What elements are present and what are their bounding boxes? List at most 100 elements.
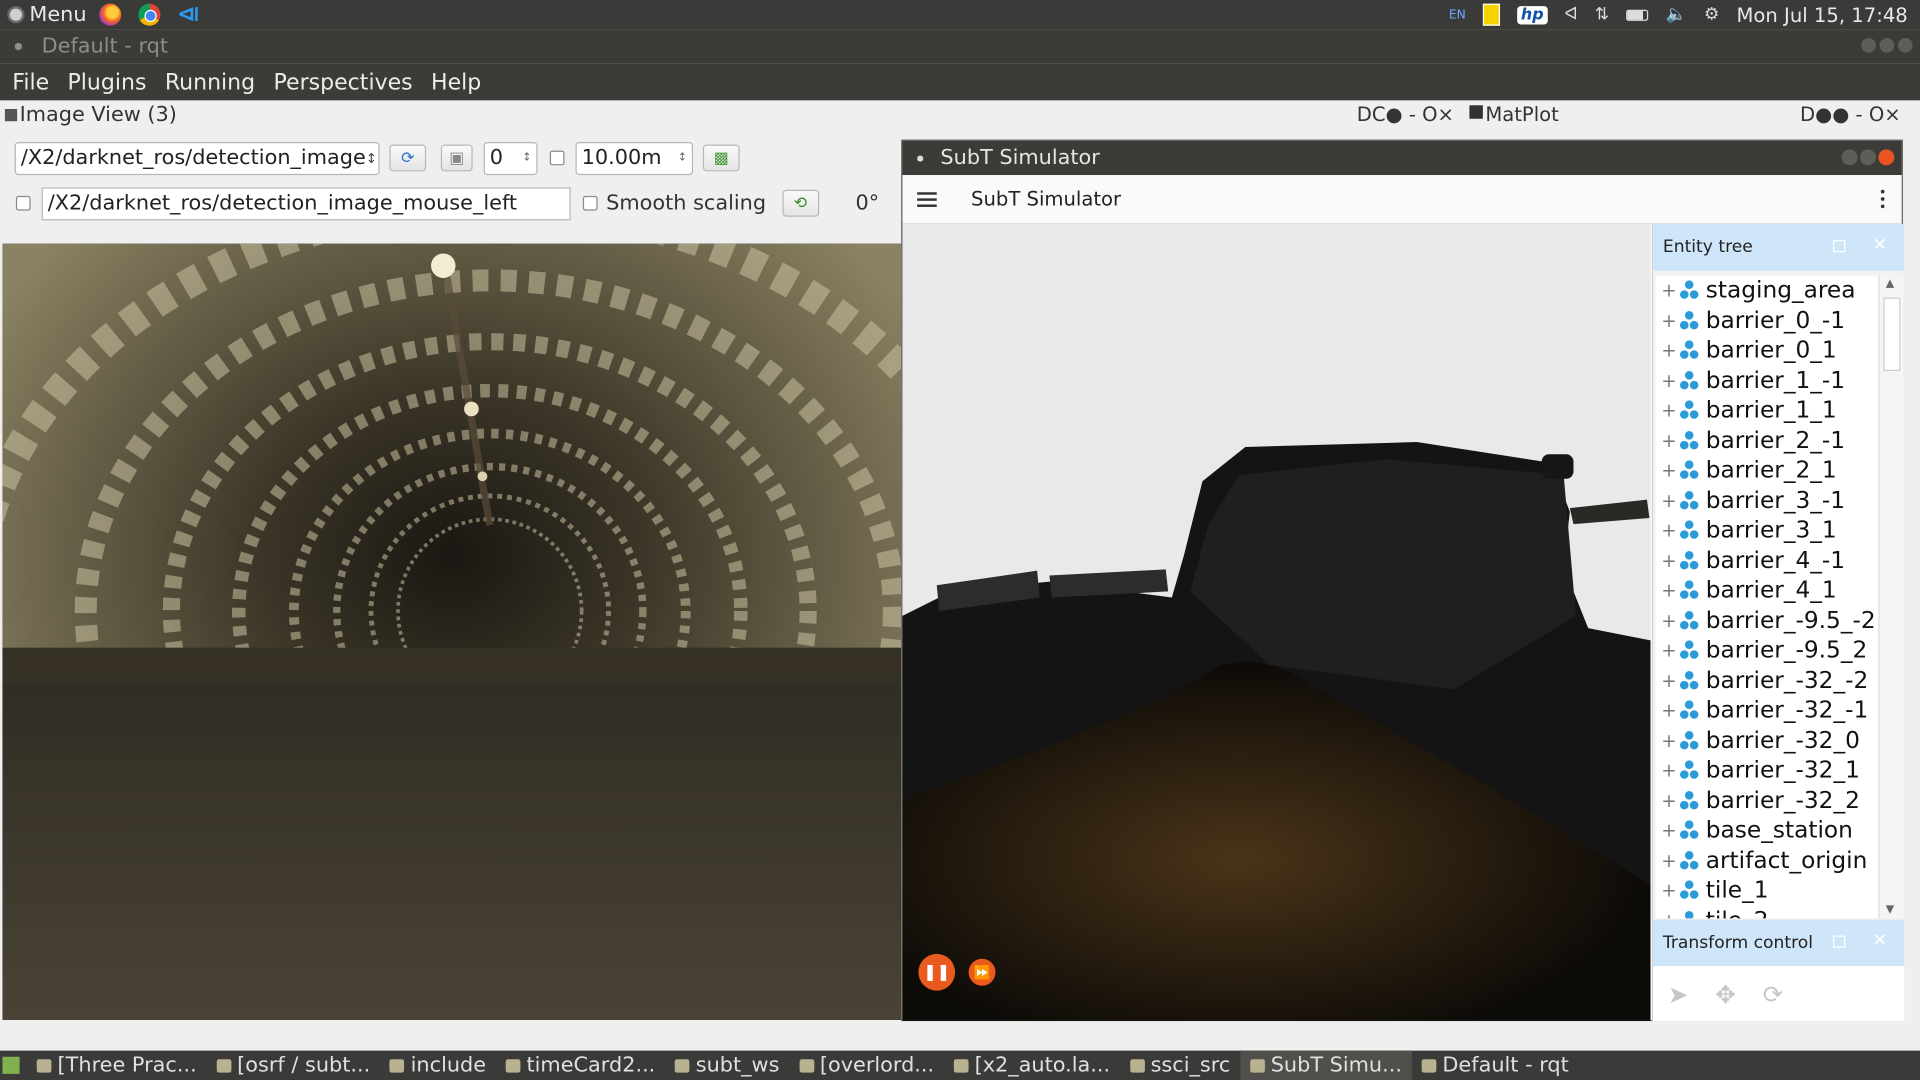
- menu-button[interactable]: Menu: [0, 0, 87, 29]
- entity-tree-item[interactable]: + barrier_1_-1: [1656, 366, 1879, 396]
- entity-tree-item[interactable]: + barrier_1_1: [1656, 396, 1879, 426]
- expand-icon[interactable]: +: [1660, 879, 1677, 901]
- subt-minimize-button[interactable]: [1841, 149, 1858, 166]
- panel-close-icon[interactable]: ✕: [1873, 235, 1887, 255]
- window-menu-icon[interactable]: [14, 42, 23, 51]
- matplot-dock-controls[interactable]: D●● - O×: [1800, 103, 1901, 126]
- image-view-dock-controls[interactable]: DC● - O×: [1357, 103, 1454, 126]
- entity-tree-item[interactable]: + barrier_-32_0: [1656, 726, 1879, 756]
- entity-tree-item[interactable]: + barrier_-32_1: [1656, 756, 1879, 786]
- expand-icon[interactable]: +: [1660, 759, 1677, 781]
- entity-tree-item[interactable]: + artifact_origin: [1656, 846, 1879, 876]
- transform-close-icon[interactable]: ✕: [1873, 931, 1887, 951]
- menu-running[interactable]: Running: [165, 69, 255, 95]
- taskbar-item[interactable]: [Three Prac...: [27, 1051, 207, 1080]
- expand-icon[interactable]: +: [1660, 429, 1677, 451]
- expand-icon[interactable]: +: [1660, 609, 1677, 631]
- spin-arrows-icon[interactable]: ↕: [522, 152, 531, 164]
- save-image-button[interactable]: ▣: [440, 144, 473, 172]
- minimize-button[interactable]: [1861, 37, 1876, 53]
- chrome-icon[interactable]: [137, 3, 161, 26]
- expand-icon[interactable]: +: [1660, 669, 1677, 691]
- show-desktop-icon[interactable]: [2, 1056, 20, 1074]
- entity-tree-item[interactable]: + tile_2: [1656, 906, 1879, 919]
- expand-icon[interactable]: +: [1660, 699, 1677, 721]
- translate-mode-icon[interactable]: ✥: [1715, 979, 1736, 1008]
- dock-handle-icon[interactable]: [4, 108, 18, 122]
- entity-tree-item[interactable]: + barrier_-32_2: [1656, 786, 1879, 816]
- entity-tree-scrollbar[interactable]: ▲ ▼: [1878, 275, 1903, 919]
- distance-checkbox[interactable]: [549, 150, 565, 166]
- topic-select[interactable]: /X2/darknet_ros/detection_image ↕: [14, 141, 380, 175]
- entity-tree-item[interactable]: + staging_area: [1656, 276, 1879, 306]
- volume-icon[interactable]: 🔈: [1665, 5, 1686, 25]
- scroll-up-icon[interactable]: ▲: [1886, 278, 1894, 290]
- panel-float-button[interactable]: [1833, 240, 1846, 253]
- menu-help[interactable]: Help: [431, 69, 481, 95]
- entity-tree-item[interactable]: + barrier_3_-1: [1656, 486, 1879, 516]
- entity-tree-item[interactable]: + barrier_4_-1: [1656, 546, 1879, 576]
- hp-tray-icon[interactable]: hp: [1517, 5, 1548, 24]
- distance-spin-arrows-icon[interactable]: ↕: [678, 152, 687, 164]
- entity-tree-item[interactable]: + barrier_-9.5_2: [1656, 636, 1879, 666]
- taskbar-item[interactable]: Default - rqt: [1412, 1051, 1579, 1080]
- expand-icon[interactable]: +: [1660, 339, 1677, 361]
- menu-plugins[interactable]: Plugins: [68, 69, 147, 95]
- expand-icon[interactable]: +: [1660, 549, 1677, 571]
- firefox-icon[interactable]: [98, 3, 121, 26]
- expand-icon[interactable]: +: [1660, 279, 1677, 301]
- maximize-button[interactable]: [1879, 37, 1895, 53]
- transform-float-button[interactable]: [1833, 935, 1846, 948]
- expand-icon[interactable]: +: [1660, 369, 1677, 391]
- rotate-left-button[interactable]: ⟲: [782, 189, 819, 217]
- taskbar-item[interactable]: timeCard2...: [496, 1051, 665, 1080]
- hamburger-menu-icon[interactable]: [917, 191, 937, 207]
- expand-icon[interactable]: +: [1660, 579, 1677, 601]
- expand-icon[interactable]: +: [1660, 459, 1677, 481]
- menu-perspectives[interactable]: Perspectives: [274, 69, 413, 95]
- expand-icon[interactable]: +: [1660, 849, 1677, 871]
- vscode-icon[interactable]: ⧏: [177, 3, 200, 26]
- expand-icon[interactable]: +: [1660, 819, 1677, 841]
- refresh-topics-button[interactable]: ⟳: [389, 144, 427, 172]
- expand-icon[interactable]: +: [1660, 639, 1677, 661]
- 3d-scene-view[interactable]: ❚❚ ⏩: [902, 224, 1651, 1022]
- entity-tree-item[interactable]: + barrier_0_1: [1656, 336, 1879, 366]
- menu-file[interactable]: File: [12, 69, 49, 95]
- expand-icon[interactable]: +: [1660, 789, 1677, 811]
- pause-button[interactable]: ❚❚: [918, 953, 956, 991]
- clock[interactable]: Mon Jul 15, 17:48: [1737, 3, 1908, 26]
- taskbar-item[interactable]: [osrf / subt...: [207, 1051, 381, 1080]
- close-button[interactable]: [1897, 37, 1913, 53]
- select-mode-icon[interactable]: ➤: [1668, 979, 1689, 1008]
- entity-tree-item[interactable]: + barrier_3_1: [1656, 516, 1879, 546]
- taskbar-item[interactable]: [x2_auto.la...: [944, 1051, 1120, 1080]
- entity-tree-item[interactable]: + barrier_2_1: [1656, 456, 1879, 486]
- entity-tree-item[interactable]: + barrier_-32_-2: [1656, 666, 1879, 696]
- network-icon[interactable]: ⇅: [1595, 5, 1609, 25]
- entity-tree-item[interactable]: + tile_1: [1656, 876, 1879, 906]
- entity-tree-item[interactable]: + base_station: [1656, 816, 1879, 846]
- scroll-down-icon[interactable]: ▼: [1886, 904, 1894, 916]
- battery-icon[interactable]: [1626, 9, 1649, 21]
- zoom-fit-button[interactable]: ▩: [702, 144, 740, 172]
- entity-tree-item[interactable]: + barrier_2_-1: [1656, 426, 1879, 456]
- expand-icon[interactable]: +: [1660, 909, 1677, 918]
- smooth-scaling-checkbox[interactable]: [582, 195, 598, 211]
- expand-icon[interactable]: +: [1660, 489, 1677, 511]
- entity-tree-item[interactable]: + barrier_0_-1: [1656, 306, 1879, 336]
- taskbar-item[interactable]: include: [380, 1051, 496, 1080]
- subt-close-button[interactable]: [1878, 149, 1895, 166]
- publish-click-checkbox[interactable]: [15, 195, 31, 211]
- expand-icon[interactable]: +: [1660, 399, 1677, 421]
- index-spinbox[interactable]: 0 ↕: [483, 141, 538, 175]
- subt-maximize-button[interactable]: [1860, 149, 1876, 166]
- expand-icon[interactable]: +: [1660, 309, 1677, 331]
- rotate-mode-icon[interactable]: ⟳: [1763, 979, 1784, 1008]
- mouse-topic-input[interactable]: /X2/darknet_ros/detection_image_mouse_le…: [41, 186, 571, 220]
- taskbar-item[interactable]: [overlord...: [789, 1051, 944, 1080]
- taskbar-item[interactable]: SubT Simu...: [1240, 1050, 1412, 1080]
- expand-icon[interactable]: +: [1660, 519, 1677, 541]
- settings-gear-icon[interactable]: ⚙: [1704, 5, 1719, 25]
- entity-tree-item[interactable]: + barrier_4_1: [1656, 576, 1879, 606]
